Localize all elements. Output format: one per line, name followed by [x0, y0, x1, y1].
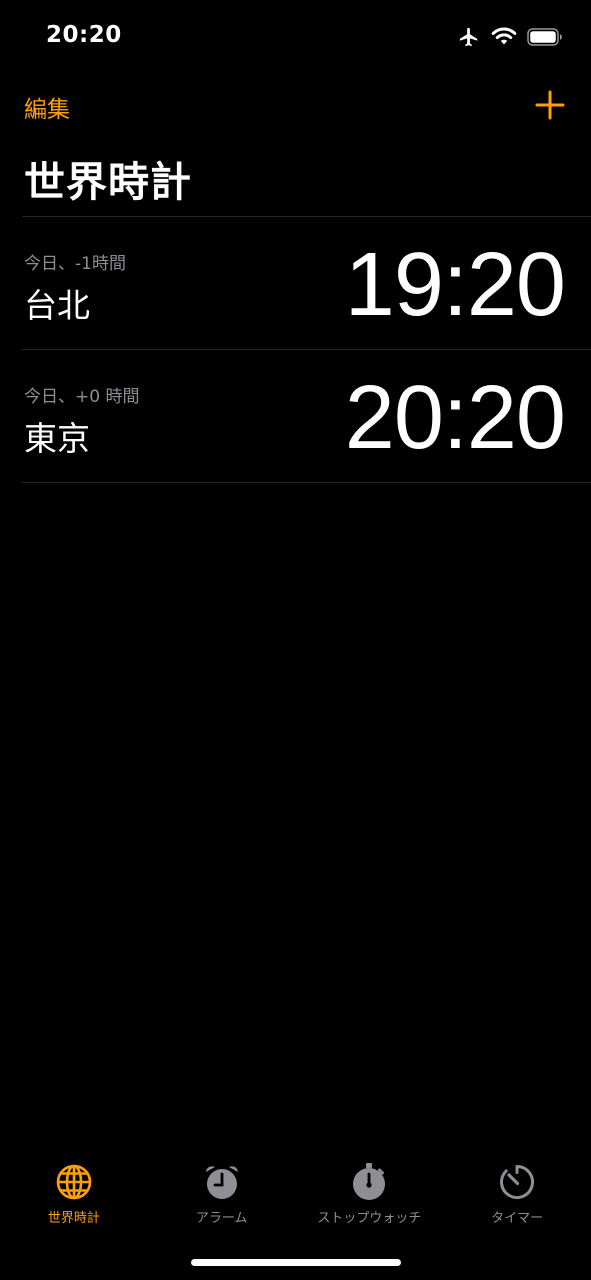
add-button[interactable] — [535, 90, 565, 120]
home-indicator — [191, 1259, 401, 1266]
clock-row-taipei[interactable]: 今日、-1時間 台北 19:20 — [22, 216, 591, 349]
airplane-icon — [457, 26, 481, 48]
clock-row-tokyo[interactable]: 今日、+0 時間 東京 20:20 — [22, 349, 591, 483]
wifi-icon — [491, 27, 517, 47]
clock-offset: 今日、+0 時間 — [24, 387, 140, 407]
tab-label: アラーム — [195, 1211, 248, 1226]
tab-bar: 世界時計 アラーム ストップウォッチ タイマー — [0, 1150, 591, 1240]
nav-bar: 編集 — [0, 80, 591, 130]
tab-alarm[interactable]: アラーム — [148, 1150, 296, 1240]
tab-label: ストップウォッチ — [317, 1211, 422, 1226]
status-time: 20:20 — [46, 22, 122, 48]
battery-icon — [527, 28, 563, 46]
stopwatch-icon — [349, 1162, 389, 1202]
tab-label: タイマー — [491, 1211, 544, 1226]
edit-button[interactable]: 編集 — [24, 90, 70, 124]
clock-city: 東京 — [24, 419, 90, 458]
clock-city: 台北 — [24, 286, 90, 325]
tab-label: 世界時計 — [47, 1211, 100, 1226]
alarm-clock-icon — [202, 1162, 242, 1202]
timer-icon — [497, 1162, 537, 1202]
clock-time: 20:20 — [344, 368, 566, 468]
page-title: 世界時計 — [24, 158, 192, 206]
world-clock-list: 今日、-1時間 台北 19:20 今日、+0 時間 東京 20:20 — [22, 216, 591, 483]
tab-stopwatch[interactable]: ストップウォッチ — [296, 1150, 444, 1240]
globe-icon — [54, 1162, 94, 1202]
status-bar: 20:20 — [0, 0, 591, 76]
clock-offset: 今日、-1時間 — [24, 254, 126, 274]
plus-icon — [535, 90, 565, 124]
clock-time: 19:20 — [344, 235, 566, 335]
status-icons — [457, 26, 563, 48]
tab-world-clock[interactable]: 世界時計 — [0, 1150, 148, 1240]
tab-timer[interactable]: タイマー — [443, 1150, 591, 1240]
